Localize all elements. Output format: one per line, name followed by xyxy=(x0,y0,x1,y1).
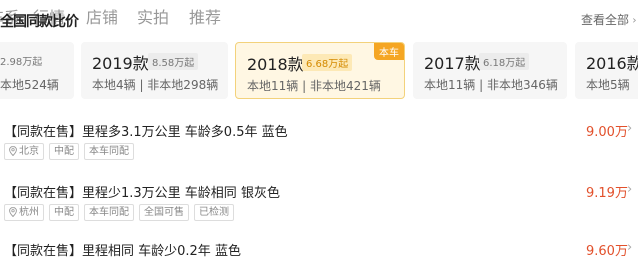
year-card-2016-partial[interactable]: 2016款 本地5辆 xyxy=(575,42,638,99)
card-counts: 本地11辆 | 非本地346辆 xyxy=(424,78,558,92)
listing-item[interactable]: 【同款在售】里程少1.3万公里 车龄相同 银灰色 9.19万 › 杭州 中配 本车同… xyxy=(0,182,638,226)
listing-price: 9.60万 xyxy=(586,244,628,259)
listing-tags: 北京 中配 本车同配 xyxy=(4,143,139,162)
card-year: 2019款 xyxy=(92,54,149,73)
card-year: 2018款 xyxy=(247,55,304,74)
location-tag: 北京 xyxy=(4,143,44,160)
year-card-2019[interactable]: 2019款 8.58万起 本地4辆 | 非本地298辆 xyxy=(81,42,228,99)
card-price: 8.58万起 xyxy=(148,53,199,70)
card-counts: 本地524辆 xyxy=(0,78,59,92)
current-car-badge: 本车 xyxy=(374,43,404,60)
listing-tags: 杭州 中配 本车同配 全国可售 已检测 xyxy=(4,204,239,223)
card-price: 2.98万起 xyxy=(0,57,43,68)
tag: 中配 xyxy=(49,204,79,221)
view-all-link[interactable]: 查看全部 › xyxy=(581,11,637,28)
section-title-same-model-compare: 全国同款比价 xyxy=(0,14,79,30)
location-pin-icon xyxy=(9,207,17,217)
location-tag: 杭州 xyxy=(4,204,44,221)
card-price: 6.18万起 xyxy=(479,53,530,70)
listing-title: 【同款在售】里程少1.3万公里 车龄相同 银灰色 xyxy=(4,186,280,201)
year-card-2017[interactable]: 2017款 6.18万起 本地11辆 | 非本地346辆 xyxy=(413,42,567,99)
year-card-partial-left[interactable]: 2.98万起 本地524辆 xyxy=(0,42,74,99)
card-year: 2017款 xyxy=(424,54,481,73)
location-pin-icon xyxy=(9,146,17,156)
tag: 全国可售 xyxy=(139,204,189,221)
card-year: 2016款 xyxy=(586,54,638,73)
listing-item[interactable]: 【同款在售】里程相同 车龄少0.2年 蓝色 9.60万 › xyxy=(0,240,638,260)
tag-label: 北京 xyxy=(19,146,39,157)
tag: 中配 xyxy=(49,143,79,160)
tag: 已检测 xyxy=(194,204,234,221)
tab-recommend[interactable]: 推荐 xyxy=(189,4,221,28)
card-price: 6.68万起 xyxy=(302,54,353,71)
tab-photos[interactable]: 实拍 xyxy=(137,4,169,28)
tag: 本车同配 xyxy=(84,143,134,160)
year-card-2018-selected[interactable]: 2018款 6.68万起 本地11辆 | 非本地421辆 本车 xyxy=(235,42,405,99)
card-counts: 本地5辆 xyxy=(586,78,630,92)
listing-price: 9.00万 xyxy=(586,125,628,140)
chevron-right-icon: › xyxy=(627,121,633,136)
tag: 本车同配 xyxy=(84,204,134,221)
listing-title: 【同款在售】里程相同 车龄少0.2年 蓝色 xyxy=(4,244,241,259)
chevron-right-icon: › xyxy=(627,182,633,197)
listing-price: 9.19万 xyxy=(586,186,628,201)
tab-stores[interactable]: 店铺 xyxy=(86,4,118,28)
top-tab-bar: 车系 行情 店铺 实拍 推荐 全国同款比价 查看全部› xyxy=(0,0,638,36)
view-all-label: 查看全部 xyxy=(581,13,630,27)
listing-item[interactable]: 【同款在售】里程多3.1万公里 车龄多0.5年 蓝色 9.00万 › 北京 中配本… xyxy=(0,121,638,165)
listing-title: 【同款在售】里程多3.1万公里 车龄多0.5年 蓝色 xyxy=(4,125,288,140)
tag-label: 杭州 xyxy=(19,207,39,218)
card-counts: 本地4辆 | 非本地298辆 xyxy=(92,78,219,92)
card-counts: 本地11辆 | 非本地421辆 xyxy=(247,79,381,93)
chevron-right-icon: › xyxy=(632,13,637,27)
